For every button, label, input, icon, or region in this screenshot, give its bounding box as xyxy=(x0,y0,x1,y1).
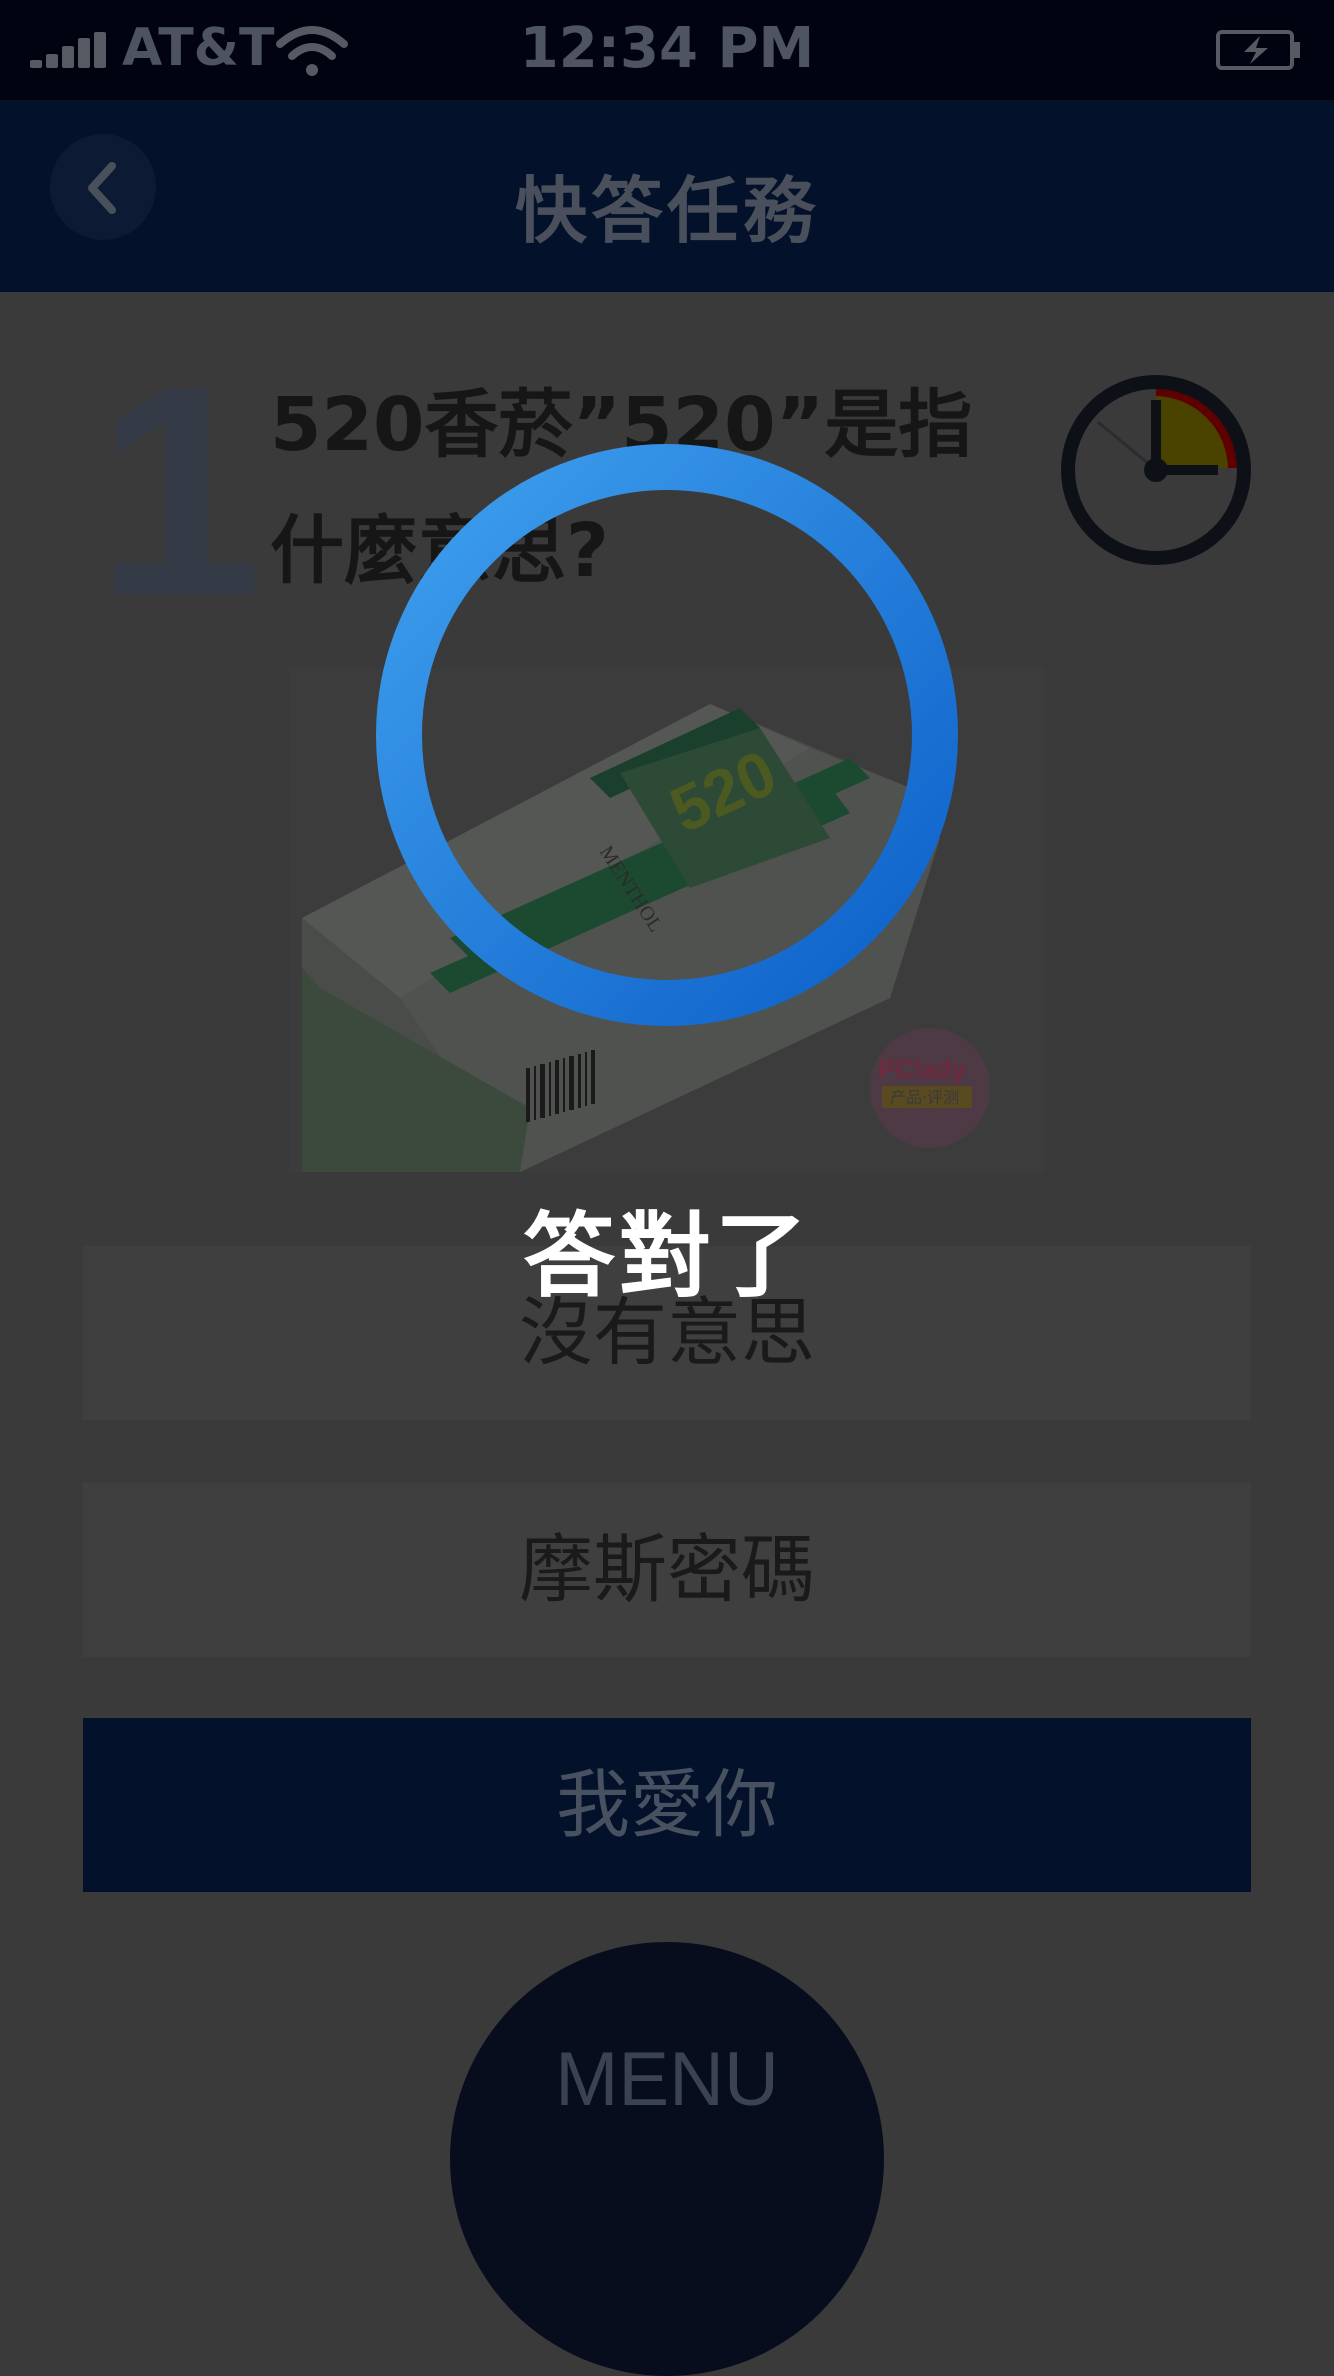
result-label: 答對了 xyxy=(522,1203,811,1310)
status-time: 12:34 PM xyxy=(519,16,815,81)
stopwatch-icon xyxy=(1061,375,1251,565)
correct-ring-icon xyxy=(376,444,958,1026)
navigation-bar: 快答任務 xyxy=(0,100,1334,292)
menu-label: MENU xyxy=(555,2037,779,2122)
menu-button[interactable]: MENU xyxy=(450,1942,884,2376)
battery-charging-icon xyxy=(1216,30,1300,70)
page-title: 快答任務 xyxy=(514,169,819,253)
answer-option-3-selected[interactable]: 我愛你 xyxy=(83,1718,1251,1892)
watermark-sub-text: 产品·评测 xyxy=(890,1088,959,1107)
question-number: 1 xyxy=(96,322,263,658)
status-bar: AT&T 12:34 PM xyxy=(0,0,1334,100)
answer-option-2[interactable]: 摩斯密碼 xyxy=(83,1483,1251,1657)
watermark-text: PClady xyxy=(878,1054,967,1084)
